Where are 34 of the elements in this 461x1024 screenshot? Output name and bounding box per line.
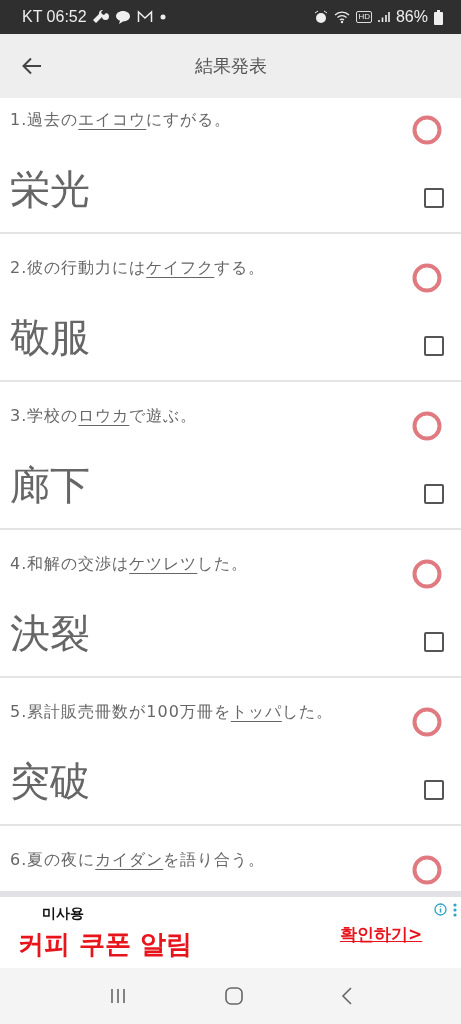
chat-bubble-icon <box>114 9 131 25</box>
signal-icon <box>377 11 390 23</box>
alarm-icon <box>314 10 329 24</box>
checkbox[interactable] <box>424 484 444 504</box>
question-sentence: 5.累計販売冊数が100万冊を トッパ した。 <box>10 702 333 723</box>
ad-link[interactable]: 확인하기> <box>340 923 423 946</box>
question-sentence: 3.学校の ロウカ で遊ぶ。 <box>10 406 198 427</box>
checkbox[interactable] <box>424 188 444 208</box>
question-sentence: 2.彼の行動力にはケイフクする。 <box>10 258 266 279</box>
checkbox[interactable] <box>424 336 444 356</box>
hd-icon: HD <box>356 11 372 23</box>
wifi-icon <box>334 10 351 24</box>
ad-subtitle: 미사용 <box>42 905 84 923</box>
wrench-icon <box>92 9 109 25</box>
question-sentence: 4.和解の交渉はケツレツ した。 <box>10 554 249 575</box>
mail-icon <box>136 10 153 24</box>
answer-text: 敬服 <box>10 313 90 362</box>
answer-text: 廊下 <box>10 461 90 510</box>
dot-icon <box>158 13 167 21</box>
answer-text: 決裂 <box>10 609 90 658</box>
battery-percent: 86% <box>395 8 428 26</box>
checkbox[interactable] <box>424 632 444 652</box>
checkbox[interactable] <box>424 780 444 800</box>
question-sentence: 1.過去のエイコウ にすがる。 <box>10 110 232 131</box>
battery-icon <box>434 9 443 25</box>
answer-text: 突破 <box>10 757 90 806</box>
back-arrow-icon[interactable] <box>22 57 42 75</box>
more-icon[interactable] <box>453 903 457 917</box>
status-time: KT 06:52 <box>22 8 87 26</box>
info-icon[interactable] <box>434 903 447 916</box>
ad-headline: 커피 쿠폰 알림 <box>18 928 193 961</box>
question-sentence: 6.夏の夜にカイダン を語り合う。 <box>10 850 266 871</box>
screen-title: 結果発表 <box>194 54 267 78</box>
answer-text: 栄光 <box>10 165 90 214</box>
